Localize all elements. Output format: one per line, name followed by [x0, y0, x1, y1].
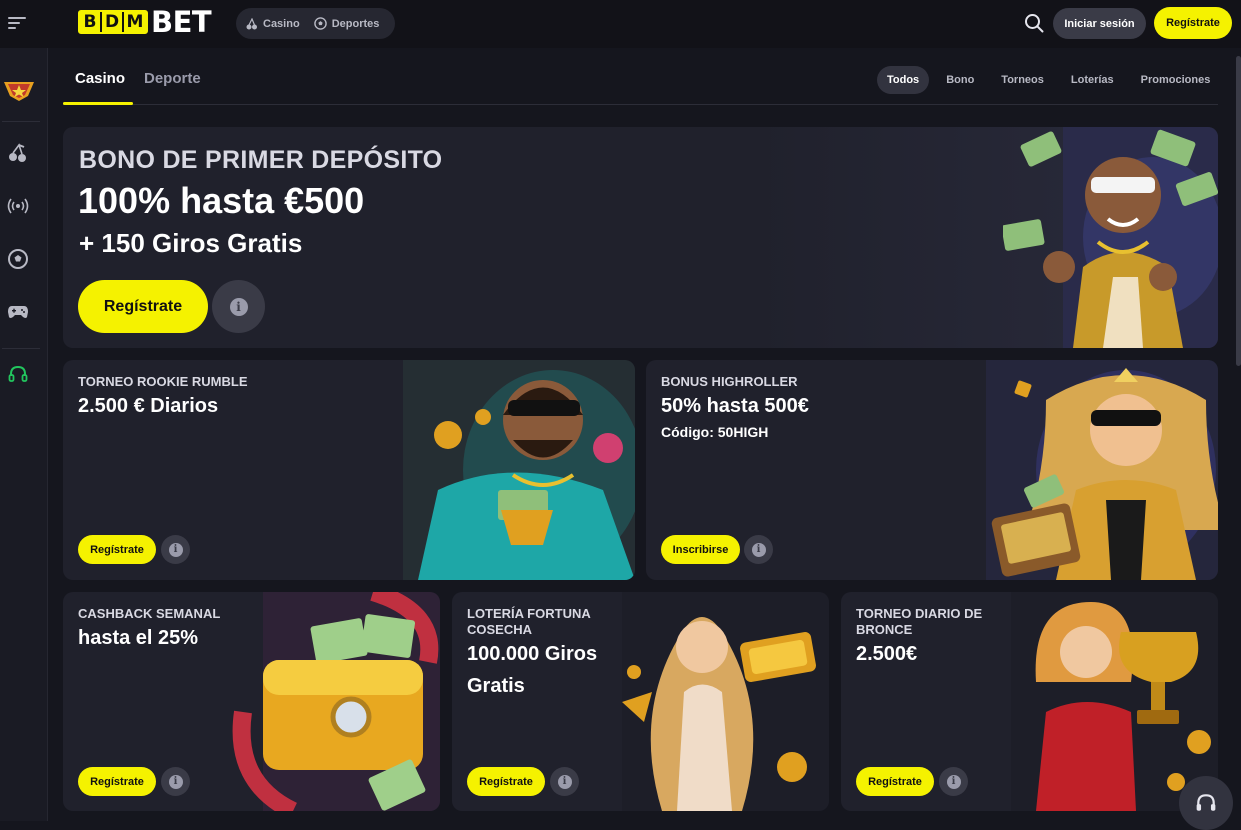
tab-casino[interactable]: Casino: [75, 70, 125, 87]
card-register-button[interactable]: Regístrate: [467, 767, 545, 796]
menu-icon[interactable]: [7, 13, 27, 33]
vip-badge-icon[interactable]: [2, 76, 36, 102]
card-headline: 2.500 € Diarios: [78, 395, 219, 417]
live-broadcast-icon[interactable]: [5, 193, 31, 219]
filter-promociones[interactable]: Promociones: [1131, 66, 1221, 94]
info-icon: i: [946, 774, 961, 789]
card-info-button[interactable]: i: [939, 767, 968, 796]
filter-loterias[interactable]: Loterías: [1061, 66, 1124, 94]
tabs-divider: [63, 104, 1218, 105]
card-info-button[interactable]: i: [744, 535, 773, 564]
hero-title: BONO DE PRIMER DEPÓSITO: [79, 146, 443, 174]
info-icon: i: [557, 774, 572, 789]
promo-card-loteria[interactable]: LOTERÍA FORTUNA COSECHA 100.000 Giros Gr…: [452, 592, 829, 811]
info-icon: i: [168, 774, 183, 789]
hero-promo-card[interactable]: BONO DE PRIMER DEPÓSITO 100% hasta €500 …: [63, 127, 1218, 348]
card-character-illustration: [403, 360, 635, 580]
logo-letters: B D M: [78, 10, 148, 34]
bdmbet-logo[interactable]: B D M BET: [78, 5, 212, 39]
card-wallet-illustration: [232, 592, 440, 811]
register-button[interactable]: Regístrate: [1154, 7, 1232, 39]
filter-bono[interactable]: Bono: [936, 66, 984, 94]
card-character-illustration: [986, 360, 1218, 580]
card-headline: 2.500€: [856, 643, 918, 665]
card-character-illustration: [1011, 592, 1218, 811]
soccer-ball-icon: [313, 17, 327, 30]
sidebar-divider: [2, 121, 40, 122]
hero-register-button[interactable]: Regístrate: [78, 280, 208, 333]
card-signup-button[interactable]: Inscribirse: [661, 535, 740, 564]
card-title: CASHBACK SEMANAL: [78, 606, 221, 621]
card-headline-line1: 100.000 Giros: [467, 643, 598, 665]
cherry-icon: [246, 17, 257, 29]
nav-casino[interactable]: Casino: [246, 17, 300, 30]
promo-card-rookie-rumble[interactable]: TORNEO ROOKIE RUMBLE 2.500 € Diarios Reg…: [63, 360, 635, 580]
card-title: TORNEO ROOKIE RUMBLE: [78, 374, 248, 389]
promo-card-highroller[interactable]: BONUS HIGHROLLER 50% hasta 500€ Código: …: [646, 360, 1218, 580]
info-icon: i: [229, 297, 248, 316]
hero-info-button[interactable]: i: [212, 280, 265, 333]
sidebar-divider: [2, 348, 40, 349]
nav-casino-label: Casino: [263, 17, 300, 30]
filter-todos[interactable]: Todos: [877, 66, 930, 94]
info-icon: i: [168, 542, 183, 557]
card-register-button[interactable]: Regístrate: [78, 767, 156, 796]
gamepad-icon[interactable]: [5, 299, 31, 325]
card-title: TORNEO DIARIO DE BRONCE: [856, 606, 982, 638]
sidebar: [0, 48, 48, 821]
info-icon: i: [751, 542, 766, 557]
nav-deportes-label: Deportes: [331, 17, 380, 30]
active-tab-indicator: [63, 102, 133, 105]
card-info-button[interactable]: i: [550, 767, 579, 796]
card-title-line1: TORNEO DIARIO DE: [856, 606, 983, 621]
card-headline: hasta el 25%: [78, 627, 199, 649]
hero-character-illustration: [1003, 127, 1218, 348]
headset-icon[interactable]: [5, 361, 31, 387]
tab-deporte[interactable]: Deporte: [144, 70, 201, 87]
card-headline-line2: Gratis: [467, 675, 525, 697]
hero-headline: 100% hasta €500: [78, 180, 365, 221]
card-promo-code: Código: 50HIGH: [661, 424, 769, 440]
promo-filters: Todos Bono Torneos Loterías Promociones: [877, 66, 1227, 94]
card-title: LOTERÍA FORTUNA COSECHA: [467, 606, 591, 638]
search-icon[interactable]: [1024, 13, 1044, 33]
scrollbar[interactable]: [1236, 56, 1241, 366]
card-headline: 100.000 Giros Gratis: [467, 638, 597, 702]
filter-torneos[interactable]: Torneos: [991, 66, 1054, 94]
card-title: BONUS HIGHROLLER: [661, 374, 798, 389]
logo-suffix: BET: [151, 5, 212, 39]
card-info-button[interactable]: i: [161, 767, 190, 796]
promo-card-torneo-bronce[interactable]: TORNEO DIARIO DE BRONCE 2.500€ Regístrat…: [841, 592, 1218, 811]
login-button[interactable]: Iniciar sesión: [1053, 8, 1146, 39]
card-register-button[interactable]: Regístrate: [856, 767, 934, 796]
cherry-icon[interactable]: [5, 140, 31, 166]
card-character-illustration: [622, 592, 829, 811]
card-title-line1: LOTERÍA FORTUNA: [467, 606, 591, 621]
promo-card-cashback[interactable]: CASHBACK SEMANAL hasta el 25% Regístrate…: [63, 592, 440, 811]
card-info-button[interactable]: i: [161, 535, 190, 564]
card-title-line2: COSECHA: [467, 622, 533, 637]
card-register-button[interactable]: Regístrate: [78, 535, 156, 564]
top-bar: B D M BET Casino Deportes Iniciar sesión…: [0, 0, 1241, 48]
nav-deportes[interactable]: Deportes: [313, 17, 380, 30]
product-switcher: Casino Deportes: [236, 8, 395, 39]
card-title-line2: BRONCE: [856, 622, 913, 637]
headset-icon: [1196, 794, 1216, 811]
card-headline: 50% hasta 500€: [661, 395, 809, 417]
support-chat-button[interactable]: [1179, 776, 1233, 830]
soccer-ball-icon[interactable]: [5, 246, 31, 272]
hero-subline: + 150 Giros Gratis: [79, 228, 303, 258]
